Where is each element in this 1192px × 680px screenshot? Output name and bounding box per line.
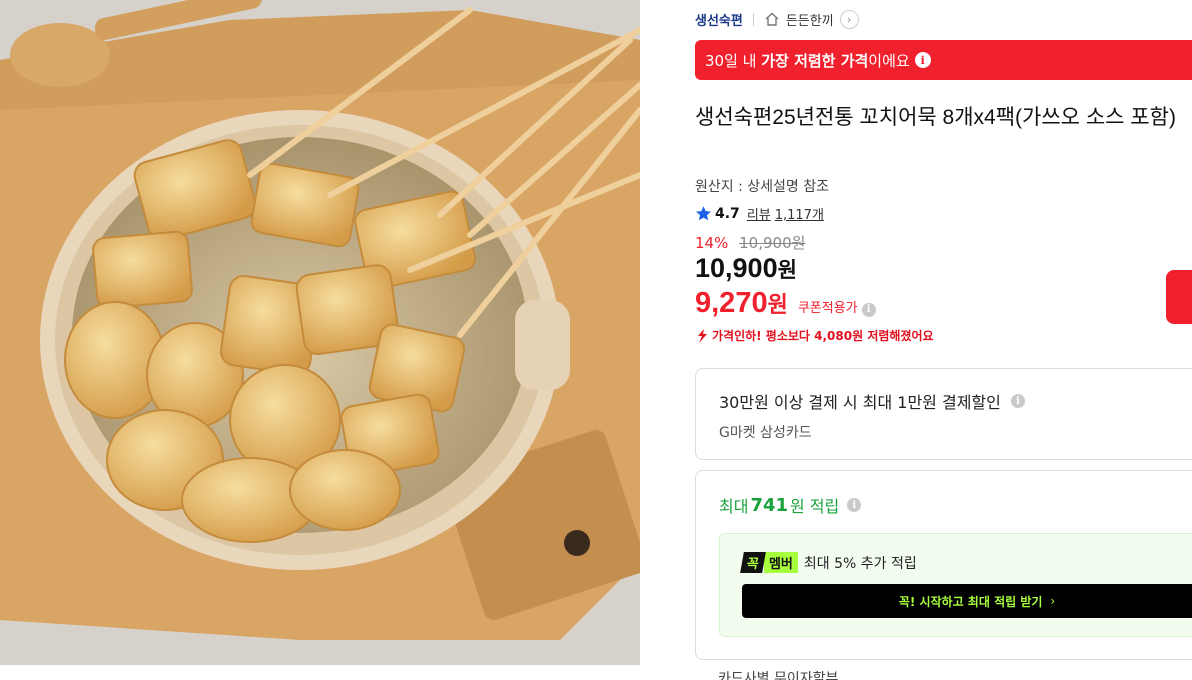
discount-row: 14% 10,900원 xyxy=(695,232,805,253)
reward-title: 최대 741 원 적립 i xyxy=(719,493,862,517)
info-icon[interactable]: i xyxy=(914,52,931,68)
reward-suffix: 원 적립 xyxy=(790,497,840,516)
info-icon[interactable]: i xyxy=(847,498,862,512)
brand-link[interactable]: 생선숙편 xyxy=(695,10,743,29)
price-drop-notice: 가격인하! 평소보다 4,080원 저렴해졌어요 xyxy=(695,327,934,344)
membership-badge-right: 멤버 xyxy=(763,552,798,573)
coupon-price-row: 9,270원 쿠폰적용가 i xyxy=(695,287,876,320)
banner-suffix: 이에요 xyxy=(868,51,910,70)
reward-prefix: 최대 xyxy=(719,497,749,516)
review-link[interactable]: 리뷰 xyxy=(747,204,771,223)
floating-buy-button[interactable] xyxy=(1166,270,1192,324)
sale-price-value: 10,900 xyxy=(695,253,778,283)
coupon-price: 9,270원 xyxy=(695,287,788,320)
reward-amount: 741 xyxy=(750,494,789,516)
review-count[interactable]: 1,117개 xyxy=(775,204,824,223)
installment-section-title[interactable]: 카드사별 무이자할부 xyxy=(718,668,838,680)
installment-title-text: 카드사별 무이자할부 xyxy=(718,671,839,680)
sale-price: 10,900원 xyxy=(695,253,797,284)
info-icon[interactable]: i xyxy=(861,302,876,317)
breadcrumb-divider xyxy=(752,12,754,26)
original-price: 10,900원 xyxy=(739,234,806,252)
card-discount-subtitle: G마켓 삼성카드 xyxy=(719,425,812,441)
card-discount-text: 30만원 이상 결제 시 최대 1만원 결제할인 xyxy=(719,393,1001,412)
reward-box: 최대 741 원 적립 i 꼭 멤버 최대 5% 추가 적립 꼭! 시작하고 최대 … xyxy=(695,470,1192,660)
price-drop-text: 가격인하! 평소보다 4,080원 저렴해졌어요 xyxy=(712,329,934,343)
product-info-panel: 생선숙편 든든한끼 › 30일 내 가장 저렴한 가격 이에요 i 생선숙편25년… xyxy=(695,0,1192,680)
card-discount-title: 30만원 이상 결제 시 최대 1만원 결제할인 i xyxy=(719,389,1025,413)
product-image[interactable] xyxy=(0,0,640,665)
down-arrow-icon xyxy=(698,328,707,343)
coupon-price-value: 9,270 xyxy=(695,287,768,319)
start-membership-label: 꼭! 시작하고 최대 적립 받기 xyxy=(898,594,1043,609)
rating-score: 4.7 xyxy=(715,205,740,222)
shop-link[interactable]: 든든한끼 xyxy=(786,10,834,29)
breadcrumb: 생선숙편 든든한끼 › xyxy=(695,8,859,30)
card-discount-box[interactable]: 30만원 이상 결제 시 최대 1만원 결제할인 i G마켓 삼성카드 xyxy=(695,368,1192,460)
membership-text: 최대 5% 추가 적립 xyxy=(803,555,917,572)
start-membership-button[interactable]: 꼭! 시작하고 최대 적립 받기 › xyxy=(742,584,1192,618)
lowest-price-banner: 30일 내 가장 저렴한 가격 이에요 i xyxy=(695,40,1192,80)
membership-promo: 꼭 멤버 최대 5% 추가 적립 꼭! 시작하고 최대 적립 받기 › xyxy=(719,533,1192,637)
origin-text: 원산지 : 상세설명 참조 xyxy=(695,179,829,195)
info-icon[interactable]: i xyxy=(1010,394,1025,408)
banner-prefix: 30일 내 xyxy=(705,51,757,70)
discount-rate: 14% xyxy=(695,234,729,252)
membership-line: 꼭 멤버 최대 5% 추가 적립 xyxy=(740,552,917,573)
fishcake-pot-photo xyxy=(0,0,640,665)
coupon-price-unit: 원 xyxy=(767,292,788,317)
home-icon xyxy=(765,12,779,26)
product-title: 생선숙편25년전통 꼬치어묵 8개x4팩(가쓰오 소스 포함) xyxy=(695,106,1176,129)
chevron-right-icon[interactable]: › xyxy=(839,9,859,29)
rating-row: 4.7 리뷰 1,117개 xyxy=(695,204,824,223)
coupon-label: 쿠폰적용가 xyxy=(797,301,858,316)
star-icon xyxy=(696,206,711,221)
banner-highlight: 가장 저렴한 가격 xyxy=(761,51,869,70)
chevron-right-icon: › xyxy=(1050,594,1056,608)
membership-badge-left: 꼭 xyxy=(740,552,766,573)
sale-price-unit: 원 xyxy=(777,259,797,282)
